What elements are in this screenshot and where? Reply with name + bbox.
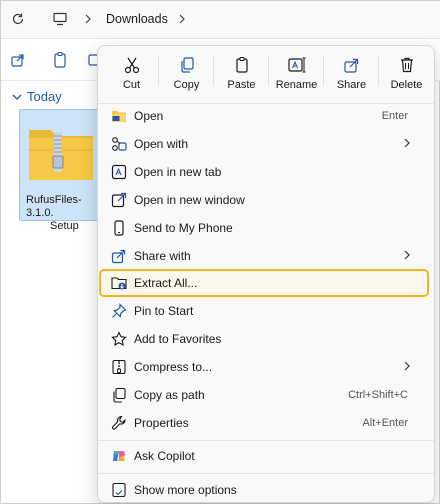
share-icon	[343, 58, 358, 73]
menu-item-open-new-window[interactable]: Open in new window	[100, 187, 432, 213]
menu-divider	[98, 440, 434, 441]
chevron-right-icon	[402, 248, 414, 262]
rename-label: Rename	[275, 79, 318, 91]
extract-folder-icon	[110, 274, 128, 292]
new-window-icon	[110, 191, 128, 209]
menu-item-send-to-phone[interactable]: Send to My Phone	[100, 215, 432, 241]
menu-item-label: Compress to...	[134, 360, 213, 374]
paste-icon	[235, 57, 248, 73]
group-header-today[interactable]: Today	[11, 89, 62, 104]
menu-item-pin-to-start[interactable]: Pin to Start	[100, 298, 432, 324]
new-tab-icon	[110, 163, 128, 181]
chevron-right-icon	[402, 359, 414, 373]
file-item-selected[interactable]: RufusFiles-3.1.0. Setup	[19, 109, 105, 232]
menu-item-label: Ask Copilot	[134, 449, 195, 463]
menu-item-add-to-favorites[interactable]: Add to Favorites	[100, 326, 432, 352]
menu-item-label: Share with	[134, 249, 191, 263]
copy-label: Copy	[173, 79, 200, 91]
cut-label: Cut	[122, 79, 141, 91]
menu-item-label: Open	[134, 109, 164, 123]
group-label: Today	[27, 89, 62, 104]
menu-item-label: Open in new window	[134, 193, 245, 207]
wrench-icon	[110, 414, 128, 432]
shortcut-text: Ctrl+Shift+C	[348, 389, 408, 401]
this-pc-icon[interactable]	[51, 10, 69, 28]
shortcut-text: Enter	[381, 110, 408, 122]
share-label: Share	[336, 79, 367, 91]
context-menu: Cut Copy Paste Rename Share Delete Open …	[97, 45, 435, 503]
menu-item-show-more-options[interactable]: Show more options	[100, 477, 432, 503]
copilot-icon	[110, 447, 128, 465]
paste-label: Paste	[227, 79, 256, 91]
breadcrumb-chevron-icon[interactable]	[173, 10, 191, 28]
menu-item-label: Open with	[134, 137, 189, 151]
copy-button[interactable]: Copy	[159, 46, 214, 102]
cut-button[interactable]: Cut	[104, 46, 159, 102]
paste-button[interactable]: Paste	[214, 46, 269, 102]
menu-item-label: Send to My Phone	[134, 221, 233, 235]
chevron-down-icon	[12, 94, 22, 100]
copy-icon	[180, 57, 194, 73]
scissors-icon	[124, 57, 139, 74]
menu-item-open-new-tab[interactable]: Open in new tab	[100, 159, 432, 185]
menu-item-extract-all[interactable]: Extract All...	[99, 269, 429, 297]
delete-button[interactable]: Delete	[379, 46, 434, 102]
copy-path-icon	[110, 386, 128, 404]
rename-button[interactable]: Rename	[269, 46, 324, 102]
menu-item-label: Pin to Start	[134, 304, 194, 318]
breadcrumb-downloads[interactable]: Downloads	[106, 12, 168, 26]
share-with-icon	[110, 247, 128, 265]
file-name: RufusFiles-3.1.0. Setup	[26, 194, 82, 232]
menu-item-label: Extract All...	[134, 276, 198, 290]
menu-item-label: Copy as path	[134, 388, 205, 402]
menu-item-label: Show more options	[134, 483, 237, 497]
star-icon	[110, 330, 128, 348]
menu-item-copy-as-path[interactable]: Copy as path Ctrl+Shift+C	[100, 382, 432, 408]
rename-icon	[287, 57, 305, 73]
menu-item-compress-to[interactable]: Compress to...	[100, 354, 432, 380]
paste-icon[interactable]	[51, 51, 69, 69]
breadcrumb-separator-icon[interactable]	[79, 10, 97, 28]
zip-folder-icon	[29, 130, 93, 180]
chevron-right-icon	[402, 136, 414, 150]
folder-open-icon	[110, 107, 128, 125]
menu-item-share-with[interactable]: Share with	[100, 243, 432, 269]
share-button[interactable]: Share	[324, 46, 379, 102]
menu-item-label: Properties	[134, 416, 189, 430]
menu-item-label: Open in new tab	[134, 165, 222, 179]
compress-icon	[110, 358, 128, 376]
show-more-icon	[110, 481, 128, 499]
refresh-icon[interactable]	[9, 10, 27, 28]
trash-icon	[400, 57, 413, 73]
pin-icon	[110, 302, 128, 320]
phone-icon	[110, 219, 128, 237]
shortcut-text: Alt+Enter	[362, 417, 408, 429]
menu-item-open-with[interactable]: Open with	[100, 131, 432, 157]
share-icon[interactable]	[9, 51, 27, 69]
address-bar: Downloads	[1, 1, 440, 39]
menu-item-label: Add to Favorites	[134, 332, 222, 346]
quick-actions-bar: Cut Copy Paste Rename Share Delete	[98, 46, 434, 102]
menu-item-properties[interactable]: Properties Alt+Enter	[100, 410, 432, 436]
menu-item-open[interactable]: Open Enter	[100, 103, 432, 129]
file-explorer-window: Downloads Today RufusFiles-3.1.0. Setup …	[0, 0, 440, 504]
delete-label: Delete	[390, 79, 423, 91]
menu-divider	[98, 473, 434, 474]
open-with-icon	[110, 135, 128, 153]
menu-item-ask-copilot[interactable]: Ask Copilot	[100, 443, 432, 469]
